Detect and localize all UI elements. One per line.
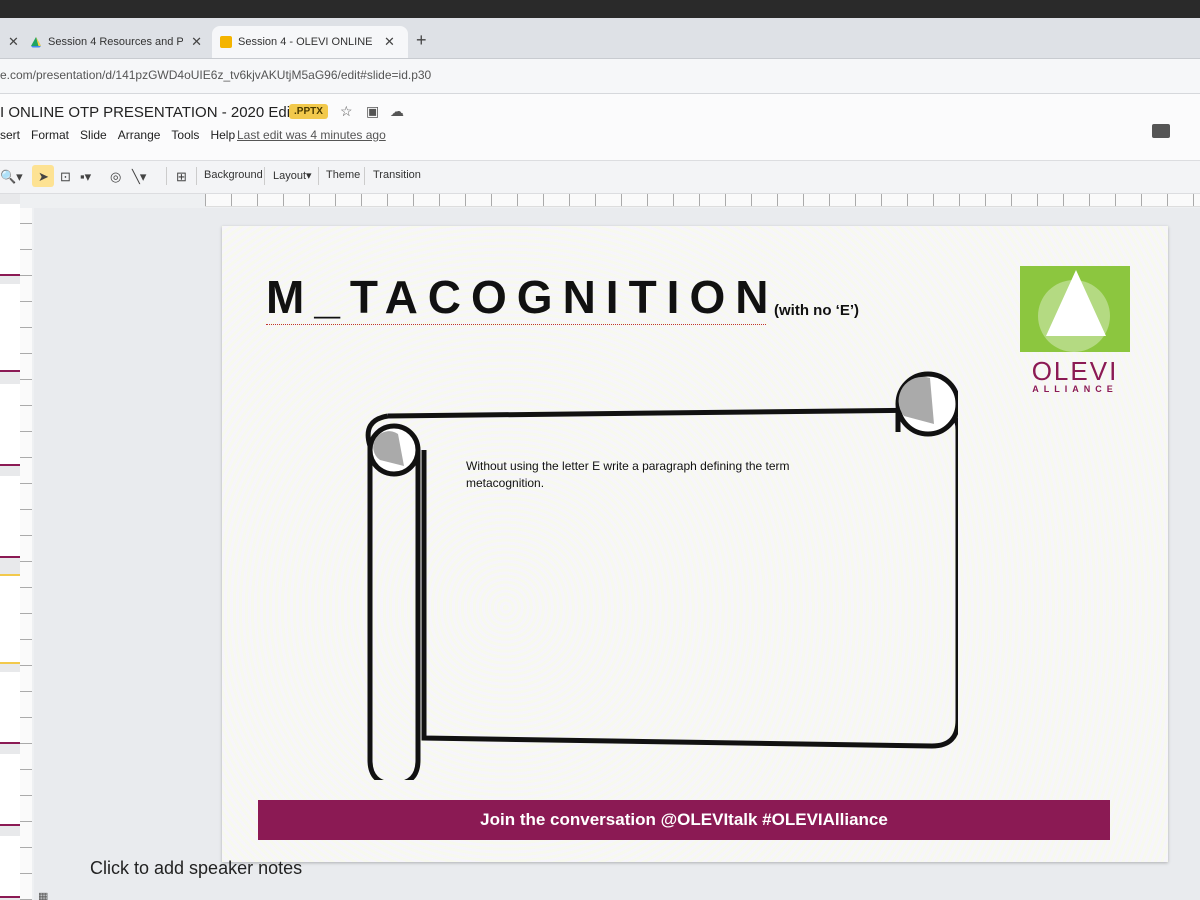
slide-footer-banner: Join the conversation @OLEVItalk #OLEVIA… <box>258 800 1110 840</box>
url-text[interactable]: e.com/presentation/d/141pzGWD4oUIE6z_tv6… <box>0 68 431 82</box>
divider <box>264 167 265 185</box>
cloud-status-icon[interactable]: ☁ <box>390 103 404 120</box>
toolbar: 🔍▾ ➤ ⊡ ▪▾ ◎ ╲▾ ⊞ Background Layout▾ Them… <box>0 160 1200 194</box>
close-icon[interactable]: ✕ <box>384 34 395 50</box>
star-icon[interactable]: ☆ <box>340 103 353 120</box>
menu-arrange[interactable]: Arrange <box>118 128 161 142</box>
new-tab-icon[interactable]: + <box>416 30 427 51</box>
shape-icon[interactable]: ◎ <box>110 169 121 185</box>
zoom-icon[interactable]: 🔍▾ <box>0 169 23 185</box>
select-arrow-icon[interactable]: ➤ <box>38 169 49 185</box>
slide-thumbnail[interactable] <box>0 672 20 744</box>
slide-title[interactable]: M_TACOGNITION <box>266 270 778 324</box>
layout-label: Layout <box>273 170 307 182</box>
grid-view-icon[interactable]: ▦ <box>38 890 48 900</box>
close-icon[interactable]: ✕ <box>191 34 202 50</box>
divider <box>166 167 167 185</box>
menu-insert[interactable]: sert <box>0 128 20 142</box>
menu-format[interactable]: Format <box>31 128 69 142</box>
slide-thumbnail[interactable] <box>0 836 20 898</box>
footer-text: Join the conversation @OLEVItalk #OLEVIA… <box>480 810 888 829</box>
slide-thumbnail[interactable] <box>0 204 20 276</box>
docs-header: I ONLINE OTP PRESENTATION - 2020 Edited … <box>0 94 1200 160</box>
slide-thumbnail-selected[interactable] <box>0 574 22 664</box>
tab-title: Session 4 - OLEVI ONLINE OTP P <box>238 36 376 48</box>
divider <box>364 167 365 185</box>
theme-button[interactable]: Theme <box>326 169 360 181</box>
slide-thumbnail[interactable] <box>0 384 20 466</box>
speaker-notes[interactable]: Click to add speaker notes <box>90 858 302 879</box>
menu-help[interactable]: Help <box>210 128 235 142</box>
slides-icon <box>220 36 232 48</box>
tab-resources[interactable]: Session 4 Resources and Plans - ✕ <box>22 26 210 58</box>
slide[interactable]: M_TACOGNITION (with no ‘E’) OLEVI ALLIAN… <box>222 226 1168 862</box>
scroll-left-roll <box>367 446 421 780</box>
tab-title: Session 4 Resources and Plans - <box>48 36 184 48</box>
tab-strip: ✕ Session 4 Resources and Plans - ✕ Sess… <box>0 18 1200 59</box>
logo-triangle <box>1046 270 1106 336</box>
slide-thumbnail[interactable] <box>0 476 20 558</box>
drive-icon <box>31 37 41 48</box>
add-comment-icon[interactable]: ⊞ <box>176 169 187 185</box>
app-window: ✕ Session 4 Resources and Plans - ✕ Sess… <box>0 18 1200 900</box>
tab-presentation[interactable]: Session 4 - OLEVI ONLINE OTP P ✕ <box>212 26 408 58</box>
vertical-ruler[interactable] <box>20 208 32 900</box>
menu-bar: sert Format Slide Arrange Tools Help <box>0 128 246 142</box>
transition-button[interactable]: Transition <box>373 169 421 181</box>
text-box-icon[interactable]: ⊡ <box>60 169 71 185</box>
layout-button[interactable]: Layout▾ <box>273 169 312 182</box>
slide-body-text[interactable]: Without using the letter E write a parag… <box>466 458 846 492</box>
document-title[interactable]: I ONLINE OTP PRESENTATION - 2020 Edited <box>0 104 311 121</box>
last-edit-link[interactable]: Last edit was 4 minutes ago <box>237 128 386 142</box>
slide-thumbnail[interactable] <box>0 754 20 826</box>
file-type-badge: .PPTX <box>289 104 328 119</box>
divider <box>318 167 319 185</box>
divider <box>196 167 197 185</box>
scroll-shape[interactable] <box>318 360 958 780</box>
horizontal-ruler[interactable] <box>205 194 1200 207</box>
logo-name: OLEVI <box>1031 356 1119 386</box>
comment-icon[interactable] <box>1152 124 1170 138</box>
slide-canvas: M_TACOGNITION (with no ‘E’) OLEVI ALLIAN… <box>34 208 1200 900</box>
move-folder-icon[interactable]: ▣ <box>366 103 379 120</box>
spellcheck-underline <box>266 324 766 325</box>
slide-filmstrip <box>0 194 22 900</box>
address-bar[interactable]: e.com/presentation/d/141pzGWD4oUIE6z_tv6… <box>0 59 1200 94</box>
slide-thumbnail[interactable] <box>0 284 20 372</box>
menu-tools[interactable]: Tools <box>171 128 199 142</box>
close-icon[interactable]: ✕ <box>8 34 19 50</box>
line-icon[interactable]: ╲▾ <box>132 169 146 185</box>
image-icon[interactable]: ▪▾ <box>80 169 91 185</box>
menu-slide[interactable]: Slide <box>80 128 107 142</box>
olevi-logo: OLEVI ALLIANCE <box>1020 266 1130 394</box>
logo-subtitle: ALLIANCE <box>1032 384 1118 394</box>
slide-subtitle[interactable]: (with no ‘E’) <box>774 302 859 319</box>
background-button[interactable]: Background <box>204 169 263 181</box>
